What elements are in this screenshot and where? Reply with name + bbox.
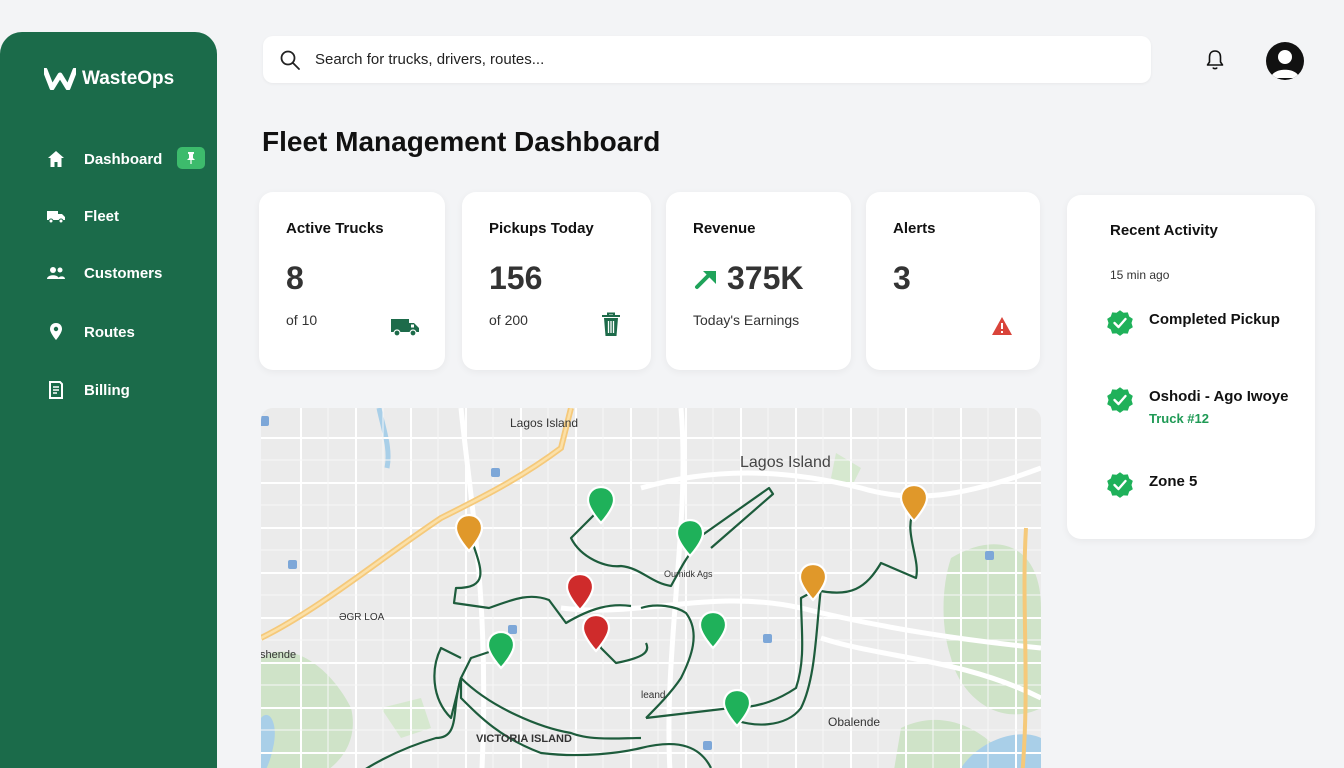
trend-up-icon [695, 271, 716, 289]
sidebar-item-label: Customers [84, 264, 163, 282]
truck-icon [47, 211, 65, 224]
stat-card-active-trucks[interactable]: Active Trucks 8 of 10 [259, 192, 445, 370]
app-name: WasteOps [82, 68, 175, 89]
page-title: Fleet Management Dashboard [262, 126, 661, 157]
sidebar-item-customers[interactable]: Customers [46, 263, 162, 283]
pin-icon [187, 152, 195, 164]
map-marker-completed[interactable] [674, 518, 706, 558]
location-pin-icon [50, 323, 62, 340]
warning-icon [992, 317, 1012, 335]
activity-sub[interactable]: Truck #12 [1149, 411, 1288, 426]
activity-time: 15 min ago [1110, 268, 1170, 282]
search-input[interactable] [315, 51, 1115, 68]
stat-card-pickups-today[interactable]: Pickups Today 156 of 200 [462, 192, 651, 370]
sidebar-item-routes[interactable]: Routes [46, 322, 135, 342]
activity-text: Oshodi - Ago Iwoye [1149, 388, 1289, 405]
stat-card-revenue[interactable]: Revenue 375K Today's Earnings [666, 192, 851, 370]
app-logo[interactable]: WasteOps [44, 68, 174, 90]
sidebar-item-label: Billing [84, 381, 130, 399]
map-marker-completed[interactable] [585, 485, 617, 525]
avatar[interactable] [1266, 42, 1304, 80]
pin-badge[interactable] [177, 147, 205, 169]
card-label: Pickups Today [489, 220, 594, 237]
activity-item[interactable]: Completed Pickup [1105, 308, 1280, 338]
map-label: Lagos Island [740, 454, 831, 471]
map-marker-alert[interactable] [564, 572, 596, 612]
sidebar-item-label: Routes [84, 323, 135, 341]
trash-icon [602, 312, 620, 336]
activity-item[interactable]: Oshodi - Ago Iwoye Truck #12 [1105, 385, 1288, 426]
card-label: Revenue [693, 220, 756, 237]
card-value: 3 [893, 260, 911, 296]
map-label: ƏGR LOA [339, 612, 385, 623]
check-badge-icon [1107, 387, 1133, 413]
sidebar-item-fleet[interactable]: Fleet [46, 206, 119, 226]
card-sub: of 10 [286, 312, 318, 328]
map-label: shende [261, 649, 297, 661]
map-label: Obalende [828, 715, 881, 729]
fleet-map[interactable]: Lagos Island Lagos Island VICTORIA ISLAN… [261, 408, 1041, 768]
logo-w-icon [44, 68, 76, 90]
card-sub: of 200 [489, 312, 528, 328]
stat-card-alerts[interactable]: Alerts 3 [866, 192, 1040, 370]
map-marker-pending[interactable] [797, 562, 829, 602]
check-badge-icon [1107, 472, 1133, 498]
users-icon [47, 267, 65, 279]
card-sub: Today's Earnings [693, 312, 800, 328]
card-value: 8 [286, 260, 304, 296]
sidebar-item-label: Fleet [84, 207, 120, 225]
map-marker-completed[interactable] [697, 610, 729, 650]
map-marker-pending[interactable] [453, 513, 485, 553]
map-marker-alert[interactable] [580, 613, 612, 653]
map-marker-completed[interactable] [721, 688, 753, 728]
activity-item[interactable]: Zone 5 [1105, 470, 1197, 500]
user-avatar-icon [1271, 50, 1299, 78]
map-base [261, 408, 1041, 768]
map-label: Lagos Island [510, 416, 579, 430]
bell-icon[interactable] [1203, 48, 1227, 72]
sidebar: WasteOps Dashboard Fleet Customers Route… [0, 32, 217, 768]
card-label: Alerts [893, 220, 936, 237]
search-bar[interactable] [263, 36, 1151, 83]
truck-icon [391, 319, 419, 337]
map-marker-completed[interactable] [485, 630, 517, 670]
search-icon [280, 50, 300, 70]
activity-text: Zone 5 [1149, 473, 1198, 490]
home-icon [48, 151, 64, 167]
map-label: VICTORIA ISLAND [476, 733, 572, 745]
card-value: 156 [489, 260, 543, 296]
check-badge-icon [1107, 310, 1133, 336]
sidebar-item-label: Dashboard [84, 150, 163, 168]
sidebar-item-dashboard[interactable]: Dashboard [46, 149, 162, 169]
document-icon [49, 381, 63, 399]
sidebar-item-billing[interactable]: Billing [46, 380, 130, 400]
card-value: 375K [727, 260, 804, 296]
map-marker-pending[interactable] [898, 483, 930, 523]
map-label: leand [641, 690, 666, 701]
map-label: Oumidk Ags [664, 569, 713, 579]
activity-title: Recent Activity [1110, 222, 1218, 239]
activity-text: Completed Pickup [1149, 311, 1280, 328]
recent-activity-panel: Recent Activity 15 min ago Completed Pic… [1067, 195, 1315, 539]
card-label: Active Trucks [286, 220, 384, 237]
